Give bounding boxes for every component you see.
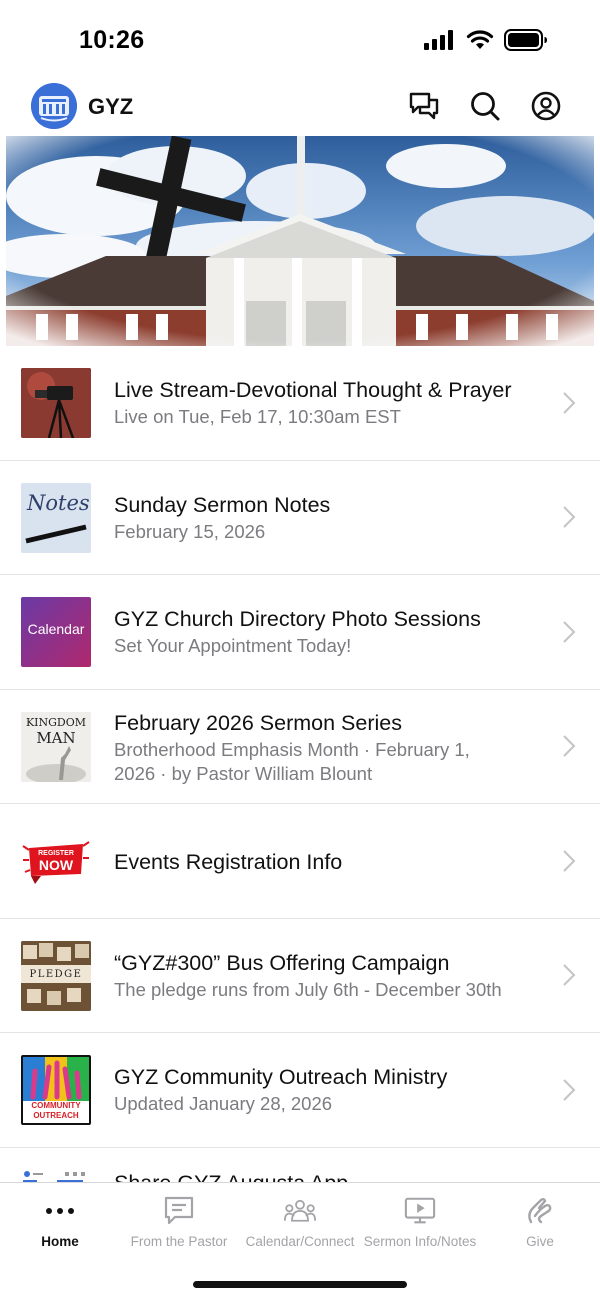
outreach-thumb-text-2: OUTREACH bbox=[33, 1111, 79, 1120]
list-item-title: GYZ Church Directory Photo Sessions bbox=[114, 607, 481, 631]
status-time: 10:26 bbox=[79, 26, 145, 54]
list-item-title: Live Stream-Devotional Thought & Prayer bbox=[114, 378, 512, 402]
chat-bubbles-icon bbox=[409, 92, 439, 120]
chat-button[interactable] bbox=[408, 90, 440, 122]
list-item-title: February 2026 Sermon Series bbox=[114, 710, 403, 735]
tab-give[interactable]: Give bbox=[480, 1183, 600, 1263]
tab-home[interactable]: Home bbox=[0, 1183, 120, 1263]
pledge-thumb: PLEDGE bbox=[21, 940, 91, 1011]
content-list: Live Stream-Devotional Thought & Prayer … bbox=[0, 346, 600, 1182]
tab-label: Calendar/Connect bbox=[245, 1234, 355, 1249]
app-screens-graphic bbox=[23, 1170, 85, 1182]
notes-thumb: Notes bbox=[21, 482, 91, 553]
wifi-icon bbox=[466, 30, 494, 49]
tab-calendar-connect[interactable]: Calendar/Connect bbox=[240, 1183, 360, 1263]
list-item-title: GYZ Community Outreach Ministry bbox=[114, 1065, 448, 1089]
chevron-right-icon bbox=[563, 621, 576, 643]
search-button[interactable] bbox=[469, 90, 501, 122]
list-item-subtitle: Set Your Appointment Today! bbox=[114, 635, 352, 656]
register-thumb-text-1: REGISTER bbox=[38, 850, 74, 857]
list-item-community-outreach[interactable]: COMMUNITY OUTREACH GYZ Community Outreac… bbox=[0, 1033, 600, 1148]
list-item-title: Events Registration Info bbox=[114, 850, 343, 874]
user-circle-icon bbox=[531, 91, 561, 121]
list-item-sermon-series[interactable]: KINGDOM MAN February 2026 Sermon Series … bbox=[0, 690, 600, 804]
app-header: GYZ bbox=[0, 80, 600, 136]
church-banner-image[interactable] bbox=[6, 136, 594, 346]
kingdom-man-thumb: KINGDOM MAN bbox=[21, 711, 91, 782]
search-icon bbox=[471, 92, 500, 121]
chevron-right-icon bbox=[563, 506, 576, 528]
list-item-sermon-notes[interactable]: Notes Sunday Sermon Notes February 15, 2… bbox=[0, 461, 600, 575]
tab-label: Home bbox=[41, 1234, 79, 1249]
status-bar: 10:26 bbox=[0, 0, 600, 80]
people-group-icon bbox=[284, 1195, 316, 1227]
register-now-thumb: REGISTER NOW bbox=[21, 826, 91, 896]
status-icons bbox=[424, 29, 548, 51]
church-building-icon bbox=[31, 83, 77, 129]
list-item-directory-photo[interactable]: Calendar GYZ Church Directory Photo Sess… bbox=[0, 575, 600, 690]
profile-button[interactable] bbox=[530, 90, 562, 122]
register-thumb-text-2: NOW bbox=[38, 857, 74, 873]
chevron-right-icon bbox=[563, 735, 576, 757]
list-item-subtitle: Live on Tue, Feb 17, 10:30am EST bbox=[114, 406, 401, 427]
more-dots-icon bbox=[44, 1195, 76, 1227]
list-item-bus-offering[interactable]: PLEDGE “GYZ#300” Bus Offering Campaign T… bbox=[0, 919, 600, 1033]
calendar-thumb-text: Calendar bbox=[27, 621, 85, 637]
list-item-live-stream[interactable]: Live Stream-Devotional Thought & Prayer … bbox=[0, 346, 600, 461]
calendar-thumb: Calendar bbox=[21, 597, 91, 667]
church-photo bbox=[6, 136, 594, 346]
list-item-share-app[interactable]: Share GYZ Augusta App bbox=[0, 1148, 600, 1183]
chevron-right-icon bbox=[563, 850, 576, 872]
list-item-subtitle: February 15, 2026 bbox=[114, 520, 266, 542]
pledge-thumb-text: PLEDGE bbox=[29, 968, 83, 980]
tab-sermon-info-notes[interactable]: Sermon Info/Notes bbox=[360, 1183, 480, 1263]
outreach-thumb: COMMUNITY OUTREACH bbox=[21, 1055, 91, 1125]
video-screen-icon bbox=[404, 1195, 436, 1227]
battery-icon bbox=[504, 29, 547, 51]
kingdom-thumb-text-1: KINGDOM bbox=[25, 715, 87, 729]
chevron-right-icon bbox=[563, 1079, 576, 1101]
video-camera-icon bbox=[21, 368, 91, 438]
kingdom-thumb-text-2: MAN bbox=[36, 728, 76, 747]
cellular-signal-icon bbox=[424, 30, 453, 50]
list-item-events-registration[interactable]: REGISTER NOW Events Registration Info bbox=[0, 804, 600, 919]
give-icon bbox=[524, 1195, 556, 1227]
app-title: GYZ bbox=[88, 94, 134, 119]
church-logo[interactable] bbox=[31, 83, 77, 129]
list-item-title: “GYZ#300” Bus Offering Campaign bbox=[114, 950, 450, 975]
app-screens-thumb bbox=[21, 1169, 91, 1182]
tab-label: Give bbox=[526, 1234, 554, 1249]
outreach-thumb-text-1: COMMUNITY bbox=[31, 1101, 81, 1110]
chevron-right-icon bbox=[563, 964, 576, 986]
list-item-title: Sunday Sermon Notes bbox=[114, 492, 331, 517]
list-item-title: Share GYZ Augusta App bbox=[114, 1170, 550, 1183]
tab-from-the-pastor[interactable]: From the Pastor bbox=[119, 1183, 239, 1263]
tab-label: Sermon Info/Notes bbox=[363, 1234, 477, 1249]
home-indicator[interactable] bbox=[193, 1281, 407, 1288]
list-item-subtitle: Updated January 28, 2026 bbox=[114, 1093, 333, 1114]
notes-thumb-text: Notes bbox=[27, 490, 90, 515]
chevron-right-icon bbox=[563, 392, 576, 414]
list-item-subtitle: The pledge runs from July 6th - December… bbox=[114, 978, 502, 1000]
tab-label: From the Pastor bbox=[130, 1234, 228, 1249]
message-icon bbox=[163, 1195, 195, 1227]
camera-thumb bbox=[21, 368, 91, 438]
list-item-subtitle: Brotherhood Emphasis Month · February 1,… bbox=[114, 738, 470, 784]
